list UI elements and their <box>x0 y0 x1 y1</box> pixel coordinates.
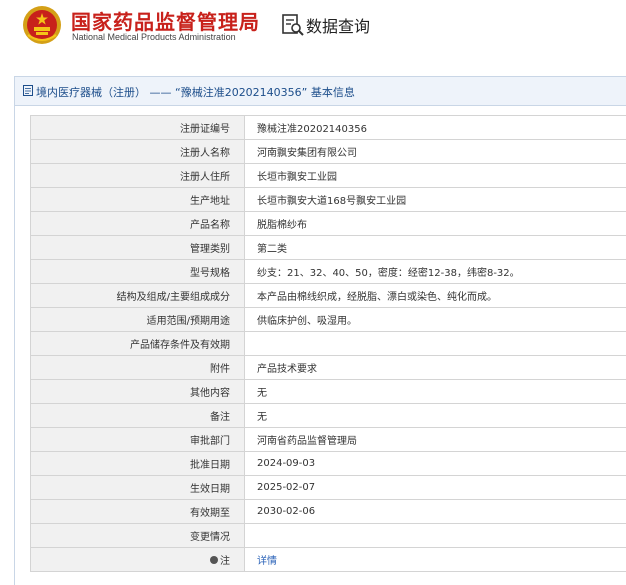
table-row: 备注无 <box>31 404 626 428</box>
table-row: 注册人名称河南飘安集团有限公司 <box>31 140 626 164</box>
row-value: 2030-02-06 <box>245 500 626 524</box>
national-emblem-icon <box>22 5 62 45</box>
details-link[interactable]: 详情 <box>257 556 277 567</box>
table-row: 注 详情 <box>31 548 626 572</box>
row-value: 本产品由棉线织成，经脱脂、漂白或染色、纯化而成。 <box>245 284 626 308</box>
table-row: 注册证编号豫械注准20202140356 <box>31 116 626 140</box>
row-label: 结构及组成/主要组成成分 <box>31 284 245 308</box>
row-value: 纱支：21、32、40、50，密度：经密12-38，纬密8-32。 <box>245 260 626 284</box>
row-label: 备注 <box>31 404 245 428</box>
row-label: 管理类别 <box>31 236 245 260</box>
row-value: 河南省药品监督管理局 <box>245 428 626 452</box>
panel-title-bar: 境内医疗器械（注册） —— “豫械注准20202140356” 基本信息 <box>15 77 626 106</box>
detail-panel: 境内医疗器械（注册） —— “豫械注准20202140356” 基本信息 注册证… <box>14 76 626 585</box>
row-label: 附件 <box>31 356 245 380</box>
table-row: 结构及组成/主要组成成分本产品由棉线织成，经脱脂、漂白或染色、纯化而成。 <box>31 284 626 308</box>
row-value: 长垣市飘安工业园 <box>245 164 626 188</box>
table-row: 型号规格纱支：21、32、40、50，密度：经密12-38，纬密8-32。 <box>31 260 626 284</box>
row-label: 生效日期 <box>31 476 245 500</box>
table-row: 审批部门河南省药品监督管理局 <box>31 428 626 452</box>
row-label: 注册人住所 <box>31 164 245 188</box>
table-row: 变更情况 <box>31 524 626 548</box>
row-label: 适用范围/预期用途 <box>31 308 245 332</box>
document-icon <box>23 85 33 96</box>
table-row: 产品名称脱脂棉纱布 <box>31 212 626 236</box>
search-document-icon <box>282 14 304 36</box>
row-value: 长垣市飘安大道168号飘安工业园 <box>245 188 626 212</box>
row-value: 脱脂棉纱布 <box>245 212 626 236</box>
row-value: 2025-02-07 <box>245 476 626 500</box>
row-value: 河南飘安集团有限公司 <box>245 140 626 164</box>
row-label: 其他内容 <box>31 380 245 404</box>
table-row: 批准日期2024-09-03 <box>31 452 626 476</box>
row-label: 变更情况 <box>31 524 245 548</box>
table-row: 附件产品技术要求 <box>31 356 626 380</box>
panel-title: 境内医疗器械（注册） —— “豫械注准20202140356” 基本信息 <box>36 84 355 100</box>
row-value: 无 <box>245 404 626 428</box>
table-row: 产品储存条件及有效期 <box>31 332 626 356</box>
row-label: 注册证编号 <box>31 116 245 140</box>
table-row: 注册人住所长垣市飘安工业园 <box>31 164 626 188</box>
row-label: 注 <box>220 556 230 567</box>
table-row: 生产地址长垣市飘安大道168号飘安工业园 <box>31 188 626 212</box>
row-label: 注册人名称 <box>31 140 245 164</box>
agency-name-cn: 国家药品监督管理局 <box>71 6 260 35</box>
row-value: 2024-09-03 <box>245 452 626 476</box>
site-header: 国家药品监督管理局 National Medical Products Admi… <box>0 0 626 54</box>
row-value: 产品技术要求 <box>245 356 626 380</box>
table-row: 适用范围/预期用途供临床护创、吸湿用。 <box>31 308 626 332</box>
row-label: 批准日期 <box>31 452 245 476</box>
table-row: 管理类别第二类 <box>31 236 626 260</box>
note-label-cell: 注 <box>31 548 245 572</box>
row-label: 产品储存条件及有效期 <box>31 332 245 356</box>
row-value: 第二类 <box>245 236 626 260</box>
row-label: 审批部门 <box>31 428 245 452</box>
table-row: 其他内容无 <box>31 380 626 404</box>
note-icon <box>210 556 218 564</box>
table-row: 有效期至2030-02-06 <box>31 500 626 524</box>
row-value: 豫械注准20202140356 <box>245 116 626 140</box>
row-value: 详情 <box>245 548 626 572</box>
row-label: 有效期至 <box>31 500 245 524</box>
table-row: 生效日期2025-02-07 <box>31 476 626 500</box>
row-value <box>245 332 626 356</box>
agency-name-en: National Medical Products Administration <box>72 32 236 42</box>
row-value <box>245 524 626 548</box>
info-table: 注册证编号豫械注准20202140356 注册人名称河南飘安集团有限公司 注册人… <box>30 115 626 572</box>
row-label: 生产地址 <box>31 188 245 212</box>
data-query-title: 数据查询 <box>306 13 370 37</box>
row-label: 产品名称 <box>31 212 245 236</box>
row-value: 无 <box>245 380 626 404</box>
row-value: 供临床护创、吸湿用。 <box>245 308 626 332</box>
row-label: 型号规格 <box>31 260 245 284</box>
